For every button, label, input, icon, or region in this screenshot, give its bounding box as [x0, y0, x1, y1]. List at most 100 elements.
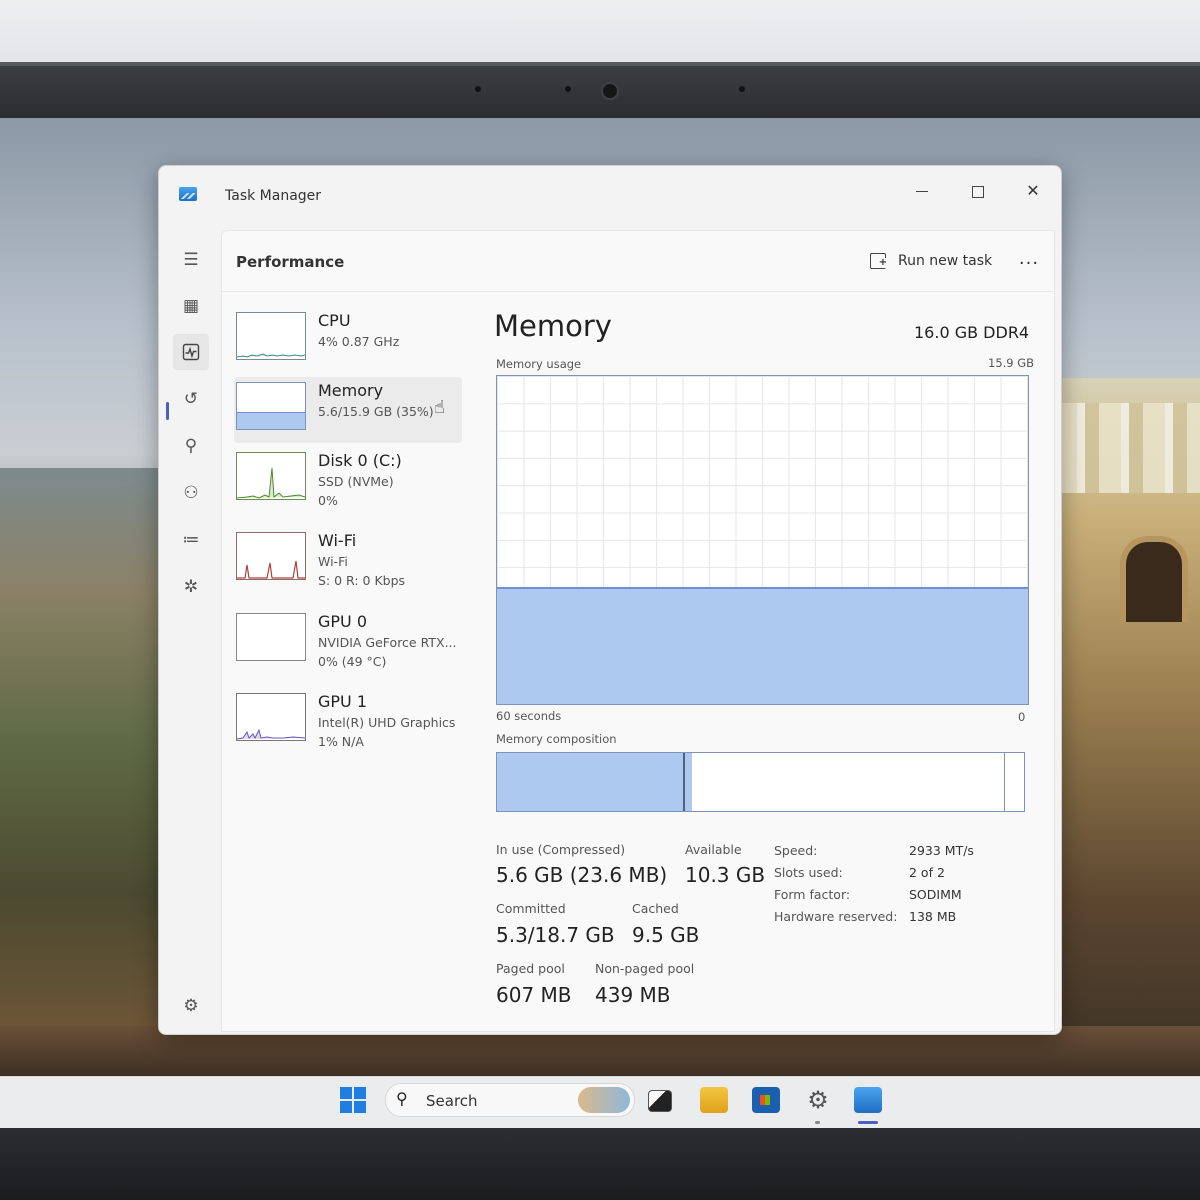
- memory-usage-graph: [496, 375, 1029, 705]
- window-title: Task Manager: [225, 188, 322, 204]
- nav-settings[interactable]: ⚙: [173, 988, 209, 1024]
- start-button[interactable]: [340, 1087, 366, 1113]
- device-cpu[interactable]: CPU 4% 0.87 GHz: [234, 307, 462, 373]
- composition-standby: [690, 753, 1005, 811]
- cpu-thumbnail-graph: [236, 312, 306, 360]
- form-factor-label: Form factor:: [774, 887, 851, 902]
- minimize-button[interactable]: [899, 174, 945, 208]
- taskbar-search-box[interactable]: ⚲ Search: [385, 1083, 635, 1117]
- hardware-reserved-value: 138 MB: [909, 909, 957, 924]
- device-gpu-1[interactable]: GPU 1 Intel(R) UHD Graphics 1% N/A: [234, 688, 462, 754]
- device-detail: Intel(R) UHD Graphics: [318, 715, 456, 730]
- close-button[interactable]: ✕: [1010, 174, 1056, 208]
- device-name: CPU: [318, 311, 351, 330]
- search-icon: ⚲: [396, 1089, 408, 1108]
- slots-used-value: 2 of 2: [909, 865, 945, 880]
- device-name: GPU 0: [318, 612, 368, 631]
- nav-app-history[interactable]: ↺: [173, 381, 209, 417]
- search-highlight-image: [578, 1087, 630, 1113]
- disk-thumbnail-graph: [236, 452, 306, 500]
- hamburger-icon: ☰: [183, 250, 199, 270]
- taskbar: ⚲ Search ⚙: [0, 1076, 1200, 1129]
- form-factor-value: SODIMM: [909, 887, 962, 902]
- nav-processes[interactable]: ▦: [173, 288, 209, 324]
- task-manager-app-icon: [179, 187, 197, 201]
- task-manager-window: Task Manager ✕ ☰ ▦ ↺ ⚲ ⚇ ≔ ✲ ⚙ Performan…: [158, 165, 1062, 1035]
- settings-app-icon[interactable]: ⚙: [804, 1087, 832, 1113]
- file-explorer-icon[interactable]: [700, 1087, 728, 1113]
- device-wifi[interactable]: Wi-Fi Wi-Fi S: 0 R: 0 Kbps: [234, 527, 462, 593]
- device-disk-0[interactable]: Disk 0 (C:) SSD (NVMe) 0%: [234, 447, 462, 513]
- device-detail: 1% N/A: [318, 734, 364, 749]
- active-app-indicator: [858, 1121, 878, 1124]
- memory-usage-area: [497, 587, 1028, 704]
- page-title: Performance: [236, 253, 345, 271]
- memory-title: Memory: [494, 309, 612, 343]
- task-view-icon[interactable]: [648, 1090, 672, 1112]
- nav-startup-apps[interactable]: ⚲: [173, 428, 209, 464]
- device-detail: Wi-Fi: [318, 554, 348, 569]
- running-indicator: [815, 1121, 820, 1124]
- memory-usage-max: 15.9 GB: [988, 356, 1035, 370]
- in-use-label: In use (Compressed): [496, 842, 626, 857]
- cached-value: 9.5 GB: [632, 923, 700, 947]
- wallpaper-bridge-arch: [1120, 536, 1188, 622]
- memory-spec: 16.0 GB DDR4: [914, 323, 1030, 342]
- navigation-sidebar: ☰ ▦ ↺ ⚲ ⚇ ≔ ✲ ⚙: [159, 226, 221, 1034]
- committed-value: 5.3/18.7 GB: [496, 923, 615, 947]
- device-detail: 5.6/15.9 GB (35%): [318, 404, 434, 419]
- nav-performance[interactable]: [173, 334, 209, 370]
- microsoft-store-icon[interactable]: [752, 1087, 780, 1113]
- device-detail: SSD (NVMe): [318, 474, 394, 489]
- nav-hamburger-button[interactable]: ☰: [173, 242, 209, 278]
- more-options-button[interactable]: ...: [1012, 247, 1046, 275]
- run-new-task-button[interactable]: Run new task: [870, 247, 992, 275]
- performance-icon: [182, 343, 200, 361]
- nav-details[interactable]: ≔: [173, 522, 209, 558]
- available-label: Available: [685, 842, 742, 857]
- device-detail: 0%: [318, 493, 338, 508]
- device-name: Wi-Fi: [318, 531, 357, 550]
- startup-apps-icon: ⚲: [184, 436, 198, 456]
- device-gpu-0[interactable]: GPU 0 NVIDIA GeForce RTX... 0% (49 °C): [234, 608, 462, 674]
- laptop-bezel-top: [0, 62, 1200, 122]
- hardware-reserved-label: Hardware reserved:: [774, 909, 898, 924]
- webcam-lens: [601, 82, 619, 100]
- gpu1-thumbnail-graph: [236, 693, 306, 741]
- search-label: Search: [426, 1092, 478, 1110]
- task-manager-taskbar-icon[interactable]: [854, 1087, 882, 1113]
- windows-logo-tile: [354, 1101, 366, 1113]
- sensor-dot: [475, 86, 481, 92]
- device-memory[interactable]: Memory 5.6/15.9 GB (35%) ☝: [234, 377, 462, 443]
- hand-pointer-cursor-icon: ☝: [434, 397, 445, 418]
- nav-services[interactable]: ✲: [173, 569, 209, 605]
- non-paged-pool-label: Non-paged pool: [595, 961, 695, 976]
- paged-pool-value: 607 MB: [496, 983, 572, 1007]
- graph-time-axis-left: 60 seconds: [496, 709, 562, 723]
- memory-thumbnail-graph: [236, 382, 306, 430]
- active-nav-indicator: [166, 402, 169, 420]
- wifi-thumbnail-graph: [236, 532, 306, 580]
- processes-icon: ▦: [182, 296, 200, 316]
- non-paged-pool-value: 439 MB: [595, 983, 671, 1007]
- device-name: GPU 1: [318, 692, 368, 711]
- memory-usage-label: Memory usage: [496, 357, 582, 371]
- minimize-icon: [916, 191, 928, 192]
- wallpaper-town: [1055, 403, 1200, 493]
- composition-in-use: [497, 753, 683, 811]
- sensor-dot: [565, 86, 571, 92]
- paged-pool-label: Paged pool: [496, 961, 565, 976]
- app-history-icon: ↺: [183, 389, 199, 409]
- windows-logo-tile: [354, 1087, 366, 1099]
- device-detail: 0% (49 °C): [318, 654, 387, 669]
- users-icon: ⚇: [183, 483, 199, 503]
- run-task-icon: [870, 253, 888, 269]
- maximize-button[interactable]: [955, 174, 1001, 208]
- title-bar[interactable]: Task Manager ✕: [159, 166, 1061, 226]
- device-detail: NVIDIA GeForce RTX...: [318, 635, 457, 650]
- cached-label: Cached: [632, 901, 679, 916]
- maximize-icon: [972, 185, 984, 198]
- device-detail: 4% 0.87 GHz: [318, 334, 400, 349]
- nav-users[interactable]: ⚇: [173, 475, 209, 511]
- memory-composition-label: Memory composition: [496, 732, 617, 746]
